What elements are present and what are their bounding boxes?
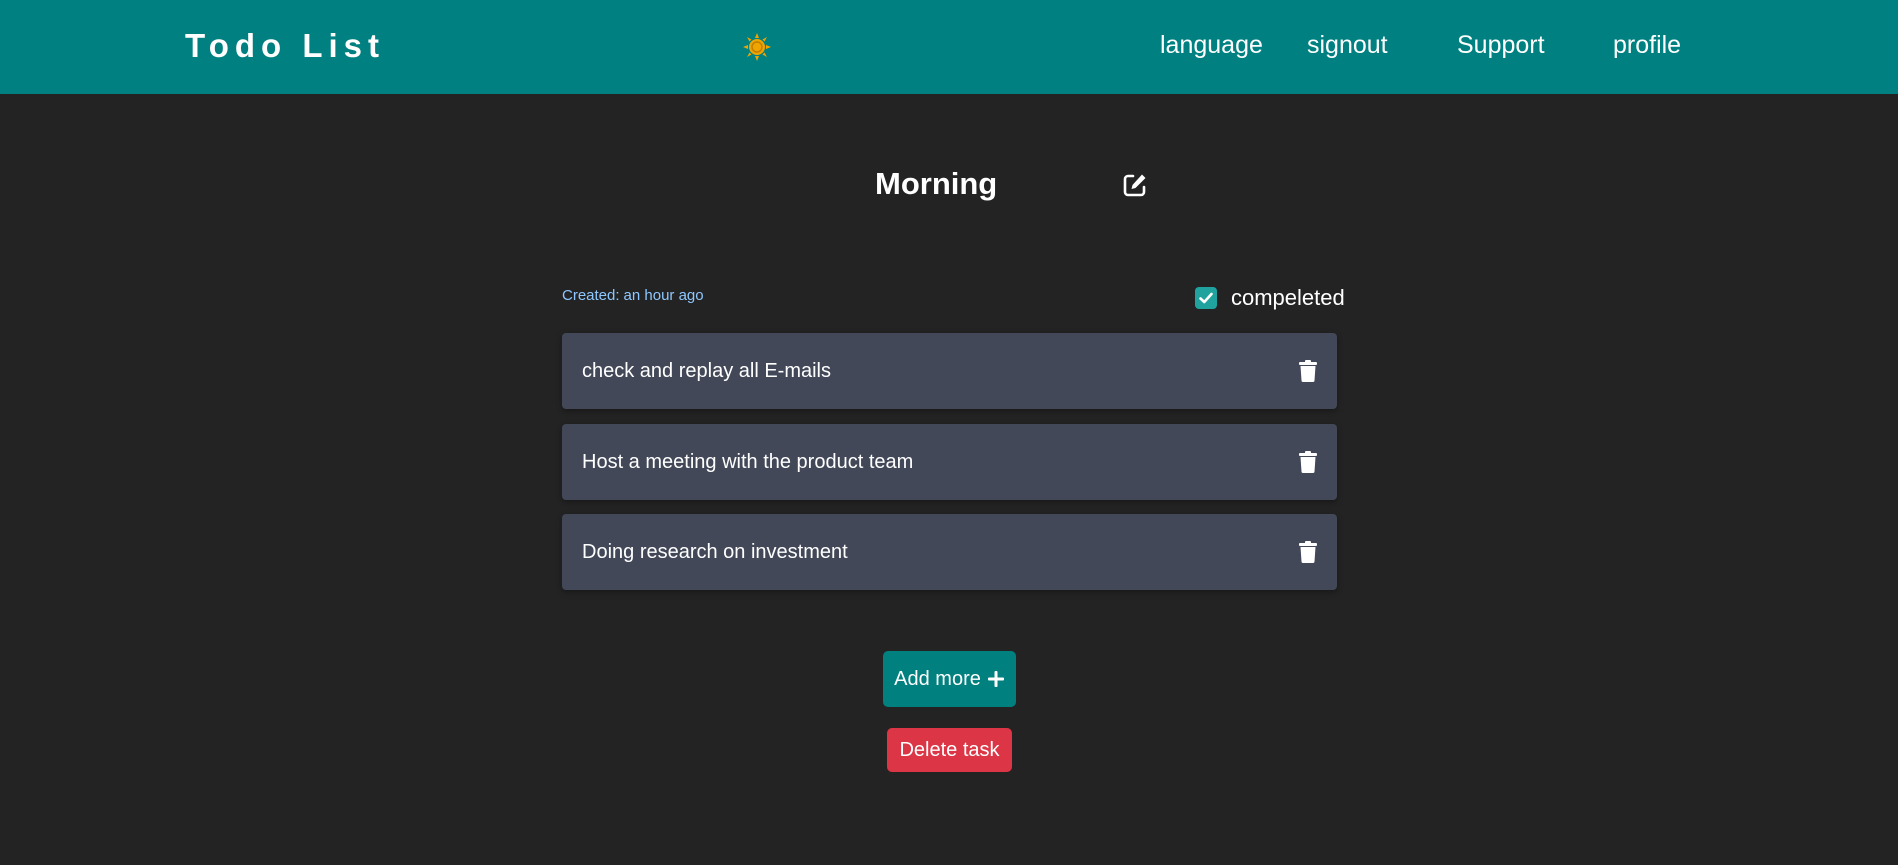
created-timestamp: Created: an hour ago <box>562 287 704 305</box>
edit-icon[interactable] <box>1122 172 1148 198</box>
navbar: Todo List language signout Support profi… <box>0 0 1898 94</box>
task-item[interactable]: check and replay all E-mails <box>562 333 1337 409</box>
trash-icon[interactable] <box>1299 541 1317 563</box>
checkmark-icon <box>1199 292 1213 304</box>
plus-icon <box>987 671 1004 687</box>
add-more-button[interactable]: Add more <box>883 651 1016 707</box>
completed-checkbox[interactable] <box>1195 287 1217 309</box>
task-item[interactable]: Host a meeting with the product team <box>562 424 1337 500</box>
delete-task-button[interactable]: Delete task <box>887 728 1012 772</box>
task-item[interactable]: Doing research on investment <box>562 514 1337 590</box>
add-more-label: Add more <box>894 667 981 690</box>
created-label: Created: <box>562 287 620 304</box>
created-value: an hour ago <box>623 287 704 304</box>
task-text: check and replay all E-mails <box>582 360 831 382</box>
completed-toggle: compeleted <box>1195 285 1345 311</box>
nav-signout[interactable]: signout <box>1307 29 1388 61</box>
nav-support[interactable]: Support <box>1457 29 1545 61</box>
task-text: Host a meeting with the product team <box>582 451 914 473</box>
trash-icon[interactable] <box>1299 451 1317 473</box>
nav-profile[interactable]: profile <box>1613 29 1681 61</box>
trash-icon[interactable] <box>1299 360 1317 382</box>
completed-label: compeleted <box>1231 285 1345 310</box>
sun-icon[interactable] <box>742 32 772 62</box>
brand-title[interactable]: Todo List <box>185 26 385 66</box>
task-text: Doing research on investment <box>582 541 848 563</box>
nav-language[interactable]: language <box>1160 29 1263 61</box>
list-title: Morning <box>875 166 998 201</box>
